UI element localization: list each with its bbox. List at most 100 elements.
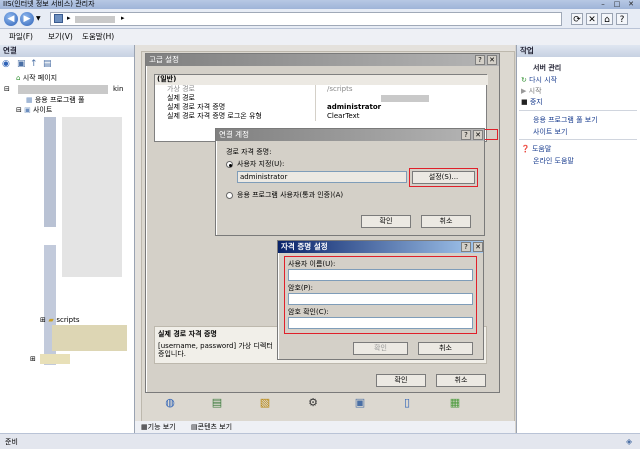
address-bar: ◀ ▶ ▼ ▸ ▸ ⟳ ✕ ⌂ ? [0,9,640,29]
actions-header: 작업 [517,45,640,57]
stop-icon: ■ [521,98,528,106]
server-name-suffix: kin [113,85,124,93]
stop-icon[interactable]: ✕ [586,13,598,25]
tree-server[interactable]: ⊟ kin [4,84,128,94]
collapse-icon[interactable]: ⊟ [16,106,22,114]
property-row[interactable]: 가상 경로 /scripts [155,85,488,94]
save-icon[interactable]: ▣ [17,59,26,69]
set-credentials-dialog: 자격 증명 설정 ? ✕ 사용자 이름(U): 암호(P): 암호 확인(C):… [277,240,484,360]
action-stop[interactable]: ■ 중지 [521,97,543,107]
expand-icon[interactable]: ⊞ [40,316,46,324]
help-button[interactable]: ? [475,55,485,65]
tree-app-pools[interactable]: ▦ 응용 프로그램 풀 [26,95,84,105]
connect-as-title: 연결 계정 [216,129,484,141]
tree-sites-redacted [44,115,62,415]
cancel-button[interactable]: 취소 [436,374,486,387]
back-icon[interactable]: ◀ [4,12,18,26]
action-label: 시작 [528,87,542,95]
address-field[interactable]: ▸ ▸ [50,12,562,26]
page-icon[interactable]: ▯ [400,396,414,410]
tree-sites[interactable]: ⊟ ▣ 사이트 [16,105,52,115]
maximize-button[interactable]: □ [610,0,624,9]
tree-start-page[interactable]: ⌂ 시작 페이지 [16,73,57,83]
menu-help[interactable]: 도움말(H) [82,31,114,43]
close-window-button[interactable]: ✕ [624,0,638,9]
help-icon: ❓ [521,145,530,153]
home-icon[interactable]: ⌂ [601,13,613,25]
ok-button[interactable]: 확인 [376,374,426,387]
tree-scripts[interactable]: ⊞ ▰ scripts [40,315,80,325]
window-title: IIS(인터넷 정보 서비스) 관리자 [3,0,95,8]
menu-view[interactable]: 보기(V) [48,31,73,43]
description-text: 증입니다. [158,350,186,358]
expand-icon[interactable]: ⊞ [30,354,36,364]
property-row[interactable]: 실제 경로 [155,94,488,103]
help-button[interactable]: ? [461,242,471,252]
minimize-button[interactable]: – [596,0,610,9]
globe-icon[interactable]: ◍ [163,396,177,410]
up-icon[interactable]: ↑ [30,59,38,69]
collapse-icon[interactable]: ⊟ [4,84,10,94]
password-input[interactable] [288,293,473,305]
app-pool-icon: ▦ [26,96,33,104]
tab-content-view[interactable]: ▤콘텐츠 보기 [191,422,232,432]
property-name: 실제 경로 [167,94,195,102]
connect-icon[interactable]: ◉ [2,59,10,69]
cancel-button[interactable]: 취소 [421,215,471,228]
username-input[interactable] [288,269,473,281]
scripts-children-redacted [52,325,127,351]
certificate-icon[interactable]: ▧ [258,396,272,410]
username-label: 사용자 이름(U): [288,260,336,268]
network-status-icon: ◈ [626,437,633,446]
document-icon[interactable]: ▣ [353,396,367,410]
property-row[interactable]: 실제 경로 자격 증명 로그온 유형 ClearText [155,112,488,121]
restart-icon: ↻ [521,76,527,84]
actions-group-title: 서버 관리 [533,64,562,72]
action-start[interactable]: ▶ 시작 [521,86,542,96]
menu-file[interactable]: 파일(F) [9,31,33,43]
action-label: 중지 [529,98,543,106]
address-separator: ▸ [67,14,71,22]
tab-label: 기능 보기 [147,423,176,431]
close-button[interactable]: ✕ [473,130,483,140]
handler-icon[interactable]: ▤ [210,396,224,410]
start-icon: ▶ [521,87,527,95]
property-value: ClearText [327,112,360,120]
connections-pane: 연결 ◉ ▣ ↑ ▤ ⌂ 시작 페이지 ⊟ kin ▦ 응용 프로그램 풀 ⊟ … [0,45,135,433]
action-help[interactable]: ❓ 도움말 [521,144,551,154]
view-tabs: ▦기능 보기 ▤콘텐츠 보기 [135,421,515,433]
window-title-bar: IIS(인터넷 정보 서비스) 관리자 – □ ✕ [0,0,640,9]
connect-server-icon[interactable]: ▤ [43,59,52,69]
connections-header: 연결 [0,45,134,57]
property-row[interactable]: 실제 경로 자격 증명 administrator [155,103,488,112]
action-view-app-pools[interactable]: 응용 프로그램 풀 보기 [533,115,598,125]
action-view-sites[interactable]: 사이트 보기 [533,127,567,137]
tool-icon[interactable]: ⚙ [306,396,320,410]
start-page-icon: ⌂ [16,74,21,82]
action-online-help[interactable]: 온라인 도움말 [533,156,574,166]
help-icon[interactable]: ? [616,13,628,25]
forward-icon[interactable]: ▶ [20,12,34,26]
close-button[interactable]: ✕ [487,55,497,65]
ok-button[interactable]: 확인 [361,215,411,228]
specific-user-radio[interactable] [226,161,233,168]
refresh-icon[interactable]: ⟳ [571,13,583,25]
set-button[interactable]: 설정(S)... [412,171,475,184]
close-button[interactable]: ✕ [473,242,483,252]
history-dropdown-icon[interactable]: ▼ [36,15,41,22]
user-name-field: administrator [237,171,407,183]
module-icon[interactable]: ▦ [448,396,462,410]
path-credentials-label: 경로 자격 증명: [226,148,272,156]
cancel-button[interactable]: 취소 [418,342,473,355]
content-view-icon: ▤ [191,423,198,431]
description-title: 실제 경로 자격 증명 [158,330,217,338]
action-restart[interactable]: ↻ 다시 시작 [521,75,557,85]
action-label: 다시 시작 [529,76,558,84]
confirm-password-input[interactable] [288,317,473,329]
property-name: 실제 경로 자격 증명 [167,103,226,111]
ok-button[interactable]: 확인 [353,342,408,355]
tab-features-view[interactable]: ▦기능 보기 [141,422,176,432]
help-button[interactable]: ? [461,130,471,140]
app-user-radio[interactable] [226,192,233,199]
server-icon [54,14,63,23]
